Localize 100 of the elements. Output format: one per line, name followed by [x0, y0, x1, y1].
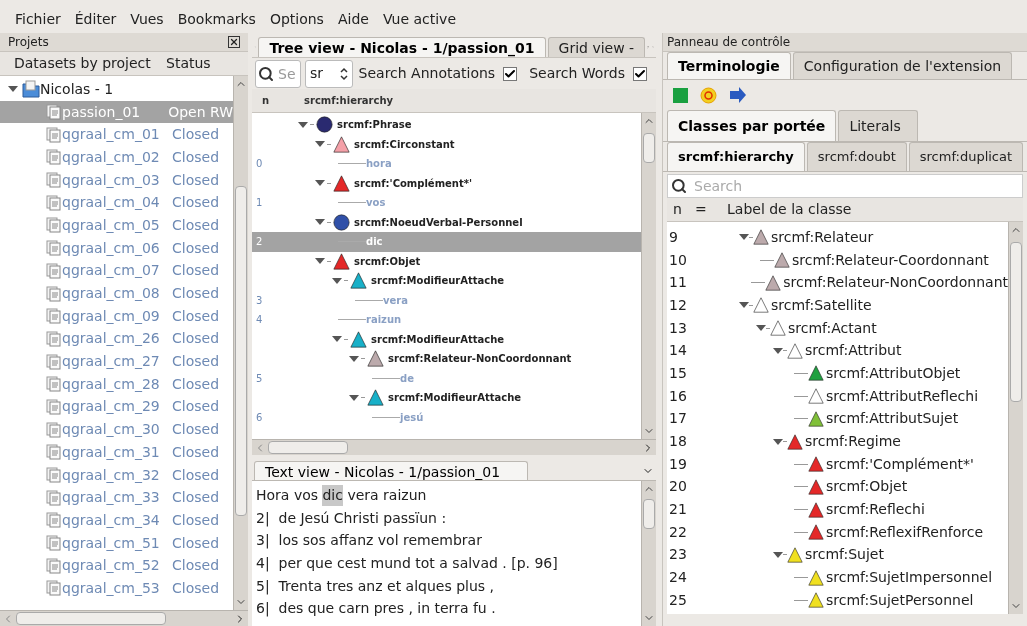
- column-header[interactable]: Datasets by project: [0, 53, 166, 74]
- tab[interactable]: Grid view -: [547, 37, 646, 57]
- tree-word-row[interactable]: 4 raizun: [252, 310, 641, 330]
- tab[interactable]: Classes par portée: [667, 110, 837, 141]
- menu-item[interactable]: Bookmarks: [170, 9, 263, 30]
- scrollbar-thumb[interactable]: [235, 186, 247, 516]
- tree-node[interactable]: srcmf:ModifieurAttache: [252, 271, 641, 291]
- combo-box[interactable]: sr: [305, 59, 353, 88]
- dataset-row[interactable]: qgraal_cm_53 Closed: [0, 577, 233, 600]
- tree-word-row[interactable]: 3 vera: [252, 290, 641, 310]
- expander-icon[interactable]: [756, 324, 766, 333]
- expander-icon[interactable]: [315, 179, 325, 188]
- expander-icon[interactable]: [773, 550, 783, 559]
- dataset-row[interactable]: qgraal_cm_28 Closed: [0, 372, 233, 396]
- checkbox[interactable]: [633, 66, 647, 81]
- tab[interactable]: srcmf:duplicat: [908, 142, 1024, 171]
- column-header[interactable]: n: [667, 199, 695, 220]
- dataset-row[interactable]: qgraal_cm_29 Closed: [0, 395, 233, 419]
- tab[interactable]: Configuration de l'extension: [792, 52, 1013, 79]
- checkbox[interactable]: [503, 66, 518, 81]
- expander-icon[interactable]: [315, 218, 325, 227]
- expander-icon[interactable]: [298, 120, 308, 129]
- tree-word-row[interactable]: 0 hora: [252, 154, 641, 174]
- menu-item[interactable]: Aide: [330, 9, 376, 30]
- expander-icon[interactable]: [332, 276, 342, 285]
- class-row[interactable]: 12 srcmf:Satellite: [667, 294, 1008, 317]
- tree-node[interactable]: srcmf:Objet: [252, 251, 641, 271]
- scrollbar-thumb[interactable]: [1010, 242, 1022, 402]
- scrollbar-thumb[interactable]: [16, 612, 166, 625]
- search-field[interactable]: Search: [667, 174, 1023, 198]
- tree-node[interactable]: srcmf:Phrase: [252, 115, 641, 135]
- dataset-row[interactable]: qgraal_cm_03 Closed: [0, 168, 233, 192]
- menu-item[interactable]: Éditer: [67, 9, 124, 30]
- column-header[interactable]: srcmf:hierarchy: [304, 93, 394, 108]
- expander-icon[interactable]: [739, 233, 749, 242]
- class-row[interactable]: 15 srcmf:AttributObjet: [667, 362, 1008, 385]
- class-row[interactable]: 18 srcmf:Regime: [667, 430, 1008, 453]
- class-row[interactable]: 14 srcmf:Attribut: [667, 339, 1008, 363]
- scrollbar[interactable]: [1008, 222, 1023, 614]
- tree-node[interactable]: srcmf:Relateur-NonCoordonnant: [252, 349, 641, 369]
- dataset-row[interactable]: qgraal_cm_33 Closed: [0, 486, 233, 510]
- dataset-row[interactable]: qgraal_cm_27 Closed: [0, 350, 233, 373]
- scrollbar-thumb[interactable]: [643, 499, 655, 529]
- tree-word-row[interactable]: 6 jesú: [252, 407, 641, 427]
- menu-item[interactable]: Vues: [123, 9, 171, 30]
- tab[interactable]: srcmf:hierarchy: [667, 142, 805, 171]
- dataset-row[interactable]: qgraal_cm_52 Closed: [0, 554, 233, 578]
- dataset-row[interactable]: qgraal_cm_30 Closed: [0, 418, 233, 441]
- tree-node[interactable]: srcmf:NoeudVerbal-Personnel: [252, 212, 641, 232]
- checkbox-label[interactable]: Search Annotations: [358, 63, 496, 84]
- class-row[interactable]: 17 srcmf:AttributSujet: [667, 407, 1008, 431]
- dataset-row[interactable]: qgraal_cm_32 Closed: [0, 463, 233, 487]
- close-icon[interactable]: [228, 36, 240, 48]
- dataset-row[interactable]: qgraal_cm_01 Closed: [0, 123, 233, 147]
- dataset-row[interactable]: qgraal_cm_02 Closed: [0, 146, 233, 169]
- expander-icon[interactable]: [315, 257, 325, 266]
- dataset-row[interactable]: qgraal_cm_05 Closed: [0, 214, 233, 237]
- horizontal-scrollbar[interactable]: [252, 439, 656, 455]
- column-header[interactable]: n: [252, 93, 304, 108]
- checkbox-label[interactable]: Search Words: [529, 63, 625, 84]
- coin-icon[interactable]: [700, 86, 717, 104]
- scrollbar[interactable]: [641, 481, 656, 626]
- square-icon[interactable]: [673, 87, 688, 103]
- tab[interactable]: Text view - Nicolas - 1/passion_01: [254, 461, 528, 480]
- class-row[interactable]: 10 srcmf:Relateur-Coordonnant: [667, 248, 1008, 272]
- class-row[interactable]: 16 srcmf:AttributReflechi: [667, 384, 1008, 408]
- project-name[interactable]: Nicolas - 1: [40, 78, 114, 100]
- dataset-row[interactable]: qgraal_cm_34 Closed: [0, 509, 233, 532]
- menu-item[interactable]: Vue active: [375, 9, 463, 30]
- scrollbar-thumb[interactable]: [268, 441, 348, 454]
- menu-item[interactable]: Options: [262, 9, 331, 30]
- class-row[interactable]: 24 srcmf:SujetImpersonnel: [667, 566, 1008, 589]
- expander-icon[interactable]: [739, 301, 749, 310]
- dataset-row[interactable]: qgraal_cm_06 Closed: [0, 236, 233, 260]
- arrow-right-icon[interactable]: [729, 87, 747, 103]
- class-row[interactable]: 13 srcmf:Actant: [667, 316, 1008, 340]
- dataset-row[interactable]: qgraal_cm_08 Closed: [0, 282, 233, 305]
- dataset-row[interactable]: qgraal_cm_07 Closed: [0, 259, 233, 283]
- class-row[interactable]: 21 srcmf:Reflechi: [667, 498, 1008, 521]
- expander-icon[interactable]: [332, 335, 342, 344]
- tree-node[interactable]: srcmf:ModifieurAttache: [252, 388, 641, 408]
- expander-icon[interactable]: [8, 85, 18, 94]
- class-row[interactable]: 22 srcmf:ReflexifRenforce: [667, 520, 1008, 544]
- tree-node[interactable]: srcmf:'Complément*': [252, 173, 641, 193]
- column-header[interactable]: Label de la classe: [727, 199, 852, 220]
- tab[interactable]: Terminologie: [667, 52, 791, 79]
- scrollbar[interactable]: [641, 113, 656, 439]
- class-row[interactable]: 25 srcmf:SujetPersonnel: [667, 589, 1008, 612]
- class-row[interactable]: 19 srcmf:'Complément*': [667, 452, 1008, 476]
- class-row[interactable]: 20 srcmf:Objet: [667, 475, 1008, 499]
- horizontal-scrollbar[interactable]: [0, 610, 248, 626]
- expander-icon[interactable]: [349, 354, 359, 363]
- tree-node[interactable]: srcmf:ModifieurAttache: [252, 329, 641, 349]
- dataset-row[interactable]: qgraal_cm_31 Closed: [0, 441, 233, 464]
- scrollbar-thumb[interactable]: [643, 133, 655, 163]
- dataset-row[interactable]: qgraal_cm_51 Closed: [0, 531, 233, 555]
- column-header[interactable]: =: [695, 199, 727, 220]
- expander-icon[interactable]: [773, 346, 783, 355]
- tree-word-row[interactable]: 5 de: [252, 368, 641, 388]
- class-row[interactable]: 9 srcmf:Relateur: [667, 226, 1008, 249]
